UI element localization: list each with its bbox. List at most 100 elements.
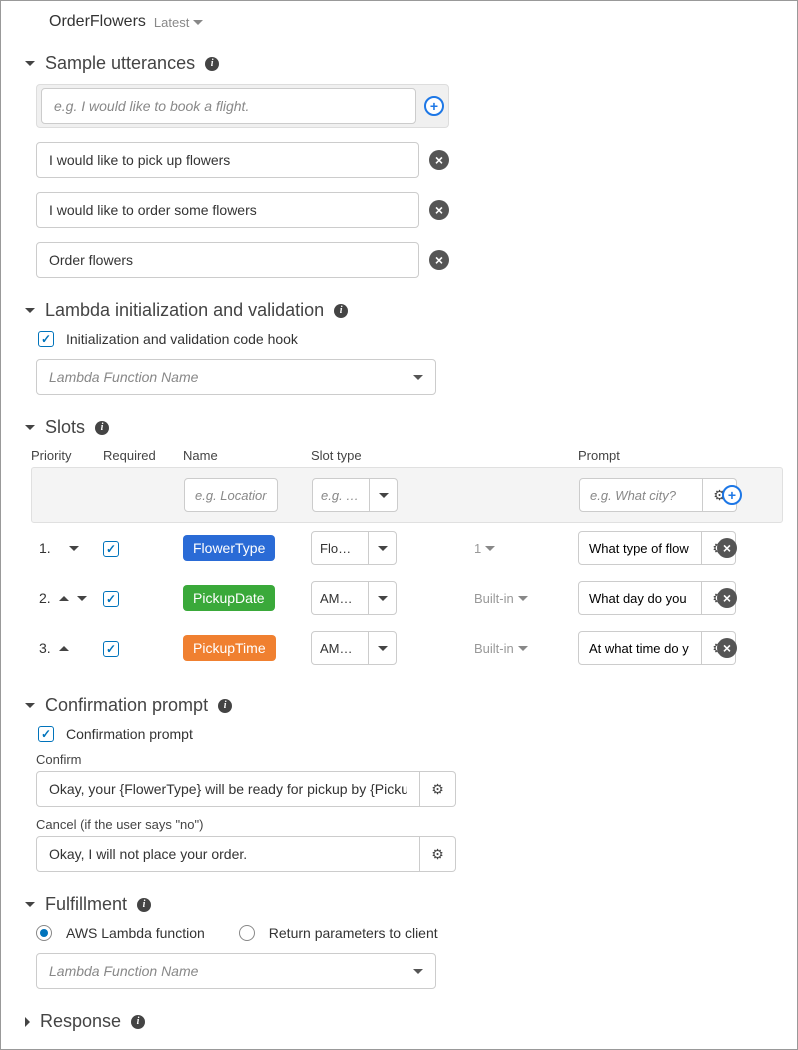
add-slot-button[interactable] [722,485,742,505]
fulfillment-return-label: Return parameters to client [269,925,438,941]
slot-builtin-dropdown[interactable]: Built-in [474,591,528,606]
confirm-label: Confirm [36,752,783,767]
version-label: Latest [154,15,189,30]
init-validation-checkbox[interactable] [38,331,54,347]
add-utterance-button[interactable] [424,96,444,116]
col-type: Slot type [311,448,474,463]
chevron-down-icon [25,425,35,430]
slot-type-select[interactable]: AMA… [311,581,397,615]
chevron-right-icon [25,1017,30,1027]
info-icon[interactable]: i [218,699,232,713]
slot-type-value: AMA… [312,591,368,606]
cancel-label: Cancel (if the user says "no") [36,817,783,832]
slot-name-chip[interactable]: FlowerType [183,535,275,561]
chevron-down-icon [518,646,528,651]
slot-row: 1. FlowerType Flowe… 1 [31,523,783,573]
utterance-row [36,242,783,278]
priority-up-button[interactable] [59,596,69,601]
section-header[interactable]: Fulfillment i [25,894,783,915]
gear-icon: ⚙ [431,781,444,798]
info-icon[interactable]: i [334,304,348,318]
remove-slot-button[interactable] [717,538,737,558]
section-slots: Slots i Priority Required Name Slot type… [15,417,783,673]
slot-type-select[interactable]: AMA… [311,631,397,665]
slot-builtin-dropdown[interactable]: Built-in [474,641,528,656]
slot-name-chip[interactable]: PickupTime [183,635,276,661]
info-icon[interactable]: i [131,1015,145,1029]
version-selector[interactable]: Latest [154,15,203,30]
chevron-down-icon [193,20,203,25]
section-title: Sample utterances [45,53,195,74]
fulfillment-lambda-label: AWS Lambda function [66,925,205,941]
info-icon[interactable]: i [95,421,109,435]
section-response: Response i [15,1011,783,1032]
intent-name: OrderFlowers [49,13,146,31]
section-header[interactable]: Lambda initialization and validation i [25,300,783,321]
slot-type-select[interactable]: Flowe… [311,531,397,565]
fulfillment-return-radio[interactable] [239,925,255,941]
new-slot-type-select[interactable]: e.g. A… [312,478,398,512]
section-header[interactable]: Confirmation prompt i [25,695,783,716]
utterance-input[interactable] [36,142,419,178]
lambda-function-select[interactable]: Lambda Function Name [36,359,436,395]
utterance-input[interactable] [36,242,419,278]
section-title: Response [40,1011,121,1032]
new-slot-name-input[interactable] [184,478,278,512]
section-title: Lambda initialization and validation [45,300,324,321]
slot-prompt-input[interactable] [578,581,702,615]
fulfillment-radio-group: AWS Lambda function Return parameters to… [36,925,783,941]
utterance-row [36,192,783,228]
col-prompt: Prompt [578,448,706,463]
remove-slot-button[interactable] [717,588,737,608]
remove-utterance-button[interactable] [429,150,449,170]
slot-prompt-input[interactable] [578,631,702,665]
init-validation-label: Initialization and validation code hook [66,331,298,347]
fulfillment-function-placeholder: Lambda Function Name [49,963,198,979]
remove-utterance-button[interactable] [429,200,449,220]
confirm-prompt-input[interactable] [36,771,420,807]
section-header[interactable]: Slots i [25,417,783,438]
slot-priority: 1. [39,540,51,556]
slot-required-checkbox[interactable] [103,591,119,607]
chevron-down-icon [413,969,423,974]
priority-down-button[interactable] [69,546,79,551]
info-icon[interactable]: i [205,57,219,71]
fulfillment-lambda-radio[interactable] [36,925,52,941]
new-utterance-row [36,84,449,128]
slot-prompt-input[interactable] [578,531,702,565]
remove-utterance-button[interactable] [429,250,449,270]
slot-required-checkbox[interactable] [103,541,119,557]
remove-slot-button[interactable] [717,638,737,658]
section-header[interactable]: Response i [25,1011,783,1032]
confirm-settings-button[interactable]: ⚙ [420,771,456,807]
gear-icon: ⚙ [431,846,444,863]
new-utterance-input[interactable] [41,88,416,124]
lambda-function-placeholder: Lambda Function Name [49,369,198,385]
section-title: Fulfillment [45,894,127,915]
section-sample-utterances: Sample utterances i [15,53,783,278]
chevron-down-icon [413,375,423,380]
chevron-down-icon [368,632,396,664]
col-priority: Priority [31,448,103,463]
slot-row: 2. PickupDate AMA… Built-in [31,573,783,623]
init-validation-checkbox-row: Initialization and validation code hook [38,331,783,347]
cancel-settings-button[interactable]: ⚙ [420,836,456,872]
fulfillment-function-select[interactable]: Lambda Function Name [36,953,436,989]
slots-header-row: Priority Required Name Slot type Prompt [31,448,783,463]
chevron-down-icon [485,546,495,551]
utterance-input[interactable] [36,192,419,228]
section-lambda-validation: Lambda initialization and validation i I… [15,300,783,395]
chevron-down-icon [518,596,528,601]
priority-up-button[interactable] [59,646,69,651]
slot-name-chip[interactable]: PickupDate [183,585,275,611]
cancel-prompt-input[interactable] [36,836,420,872]
chevron-down-icon [25,308,35,313]
confirmation-checkbox[interactable] [38,726,54,742]
priority-down-button[interactable] [77,596,87,601]
slot-version-dropdown[interactable]: 1 [474,541,495,556]
section-header[interactable]: Sample utterances i [25,53,783,74]
slot-required-checkbox[interactable] [103,641,119,657]
col-name: Name [183,448,311,463]
info-icon[interactable]: i [137,898,151,912]
new-slot-prompt-input[interactable] [579,478,703,512]
